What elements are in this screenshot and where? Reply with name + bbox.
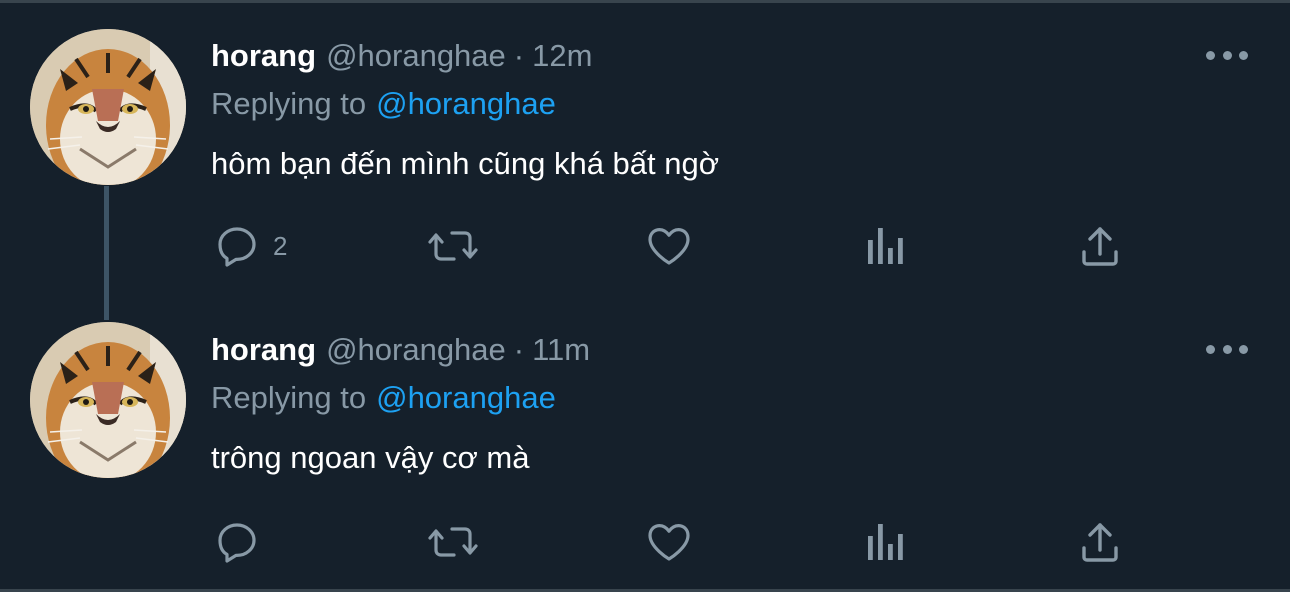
- replying-to-mention[interactable]: @horanghae: [376, 380, 556, 415]
- heart-icon: [648, 524, 690, 561]
- retweet-button[interactable]: [426, 220, 480, 272]
- reply-button[interactable]: 2: [213, 220, 287, 272]
- more-icon: [1206, 50, 1215, 60]
- more-options-button[interactable]: [1206, 45, 1248, 65]
- heart-icon: [648, 228, 690, 265]
- retweet-icon: [428, 231, 478, 261]
- retweet-button[interactable]: [426, 516, 480, 568]
- timestamp[interactable]: 11m: [532, 332, 590, 367]
- replying-to-line: Replying to @horanghae: [211, 84, 556, 124]
- tweet-actions: 2: [0, 220, 1290, 272]
- analytics-icon: [868, 524, 903, 560]
- separator-dot: ·: [513, 38, 525, 73]
- tweet-header: horang @horanghae · 12m: [211, 36, 592, 76]
- replying-to-mention[interactable]: @horanghae: [376, 86, 556, 121]
- reply-icon: [218, 523, 256, 563]
- share-icon: [1082, 227, 1118, 266]
- timestamp[interactable]: 12m: [532, 38, 592, 73]
- avatar[interactable]: [30, 322, 186, 478]
- display-name[interactable]: horang: [211, 332, 316, 367]
- tweet-text: trông ngoan vậy cơ mà: [211, 440, 530, 475]
- tweet-header: horang @horanghae · 11m: [211, 330, 590, 370]
- tweet-1[interactable]: horang @horanghae · 12m Replying to @horangh…: [0, 0, 1290, 294]
- analytics-icon: [868, 228, 903, 264]
- replying-to-line: Replying to @horanghae: [211, 378, 556, 418]
- replying-to-label: Replying to: [211, 86, 367, 121]
- like-button[interactable]: [644, 220, 694, 272]
- reply-count: 2: [273, 231, 288, 261]
- share-button[interactable]: [1078, 220, 1122, 272]
- more-icon: [1206, 344, 1215, 354]
- reply-icon: [218, 227, 256, 267]
- retweet-icon: [428, 527, 478, 557]
- separator-dot: ·: [513, 332, 525, 367]
- tiger-face-avatar: [30, 29, 186, 185]
- reply-button[interactable]: [213, 516, 273, 568]
- more-options-button[interactable]: [1206, 339, 1248, 359]
- user-handle[interactable]: @horanghae: [326, 38, 506, 73]
- display-name[interactable]: horang: [211, 38, 316, 73]
- replying-to-label: Replying to: [211, 380, 367, 415]
- tweet-actions: [0, 516, 1290, 568]
- share-button[interactable]: [1078, 516, 1122, 568]
- like-button[interactable]: [644, 516, 694, 568]
- tweet-text: hôm bạn đến mình cũng khá bất ngờ: [211, 146, 720, 181]
- tiger-face-avatar: [30, 322, 186, 478]
- analytics-button[interactable]: [862, 220, 906, 272]
- avatar[interactable]: [30, 29, 186, 185]
- analytics-button[interactable]: [862, 516, 906, 568]
- user-handle[interactable]: @horanghae: [326, 332, 506, 367]
- share-icon: [1082, 523, 1118, 562]
- tweet-2[interactable]: horang @horanghae · 11m Replying to @horangh…: [0, 294, 1290, 588]
